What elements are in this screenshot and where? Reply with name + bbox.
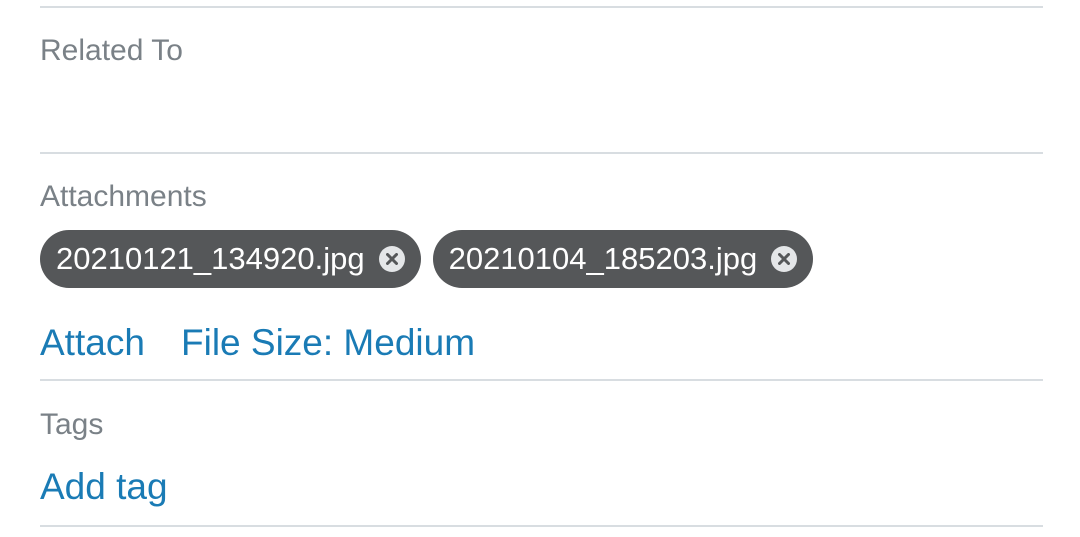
attachments-label: Attachments [40, 180, 207, 213]
file-size-button[interactable]: File Size: Medium [181, 321, 475, 365]
related-to-field[interactable] [40, 72, 1043, 150]
attachment-filename: 20210121_134920.jpg [56, 241, 365, 276]
tags-label: Tags [40, 408, 104, 441]
related-to-label: Related To [40, 34, 183, 67]
tags-divider [40, 525, 1043, 527]
attachment-chip[interactable]: 20210121_134920.jpg [40, 230, 421, 288]
top-divider [40, 6, 1043, 8]
attachment-filename: 20210104_185203.jpg [448, 241, 758, 276]
note-detail-form: Related To Attachments 20210121_134920.j… [0, 0, 1080, 537]
related-to-divider [40, 152, 1043, 154]
add-tag-button[interactable]: Add tag [40, 465, 168, 509]
attach-button[interactable]: Attach [40, 321, 145, 365]
attachment-chip[interactable]: 20210104_185203.jpg [432, 230, 814, 288]
attachments-divider [40, 379, 1043, 381]
attachment-chip-list: 20210121_134920.jpg 20210104_185203.jpg [40, 230, 814, 288]
close-circle-icon[interactable] [771, 246, 798, 272]
close-circle-icon[interactable] [378, 246, 405, 272]
